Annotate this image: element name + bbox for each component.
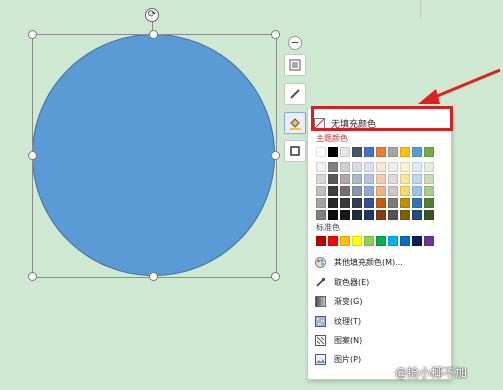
watermark: @拾小椰不加 (395, 366, 468, 380)
pointer-arrow (418, 68, 501, 104)
